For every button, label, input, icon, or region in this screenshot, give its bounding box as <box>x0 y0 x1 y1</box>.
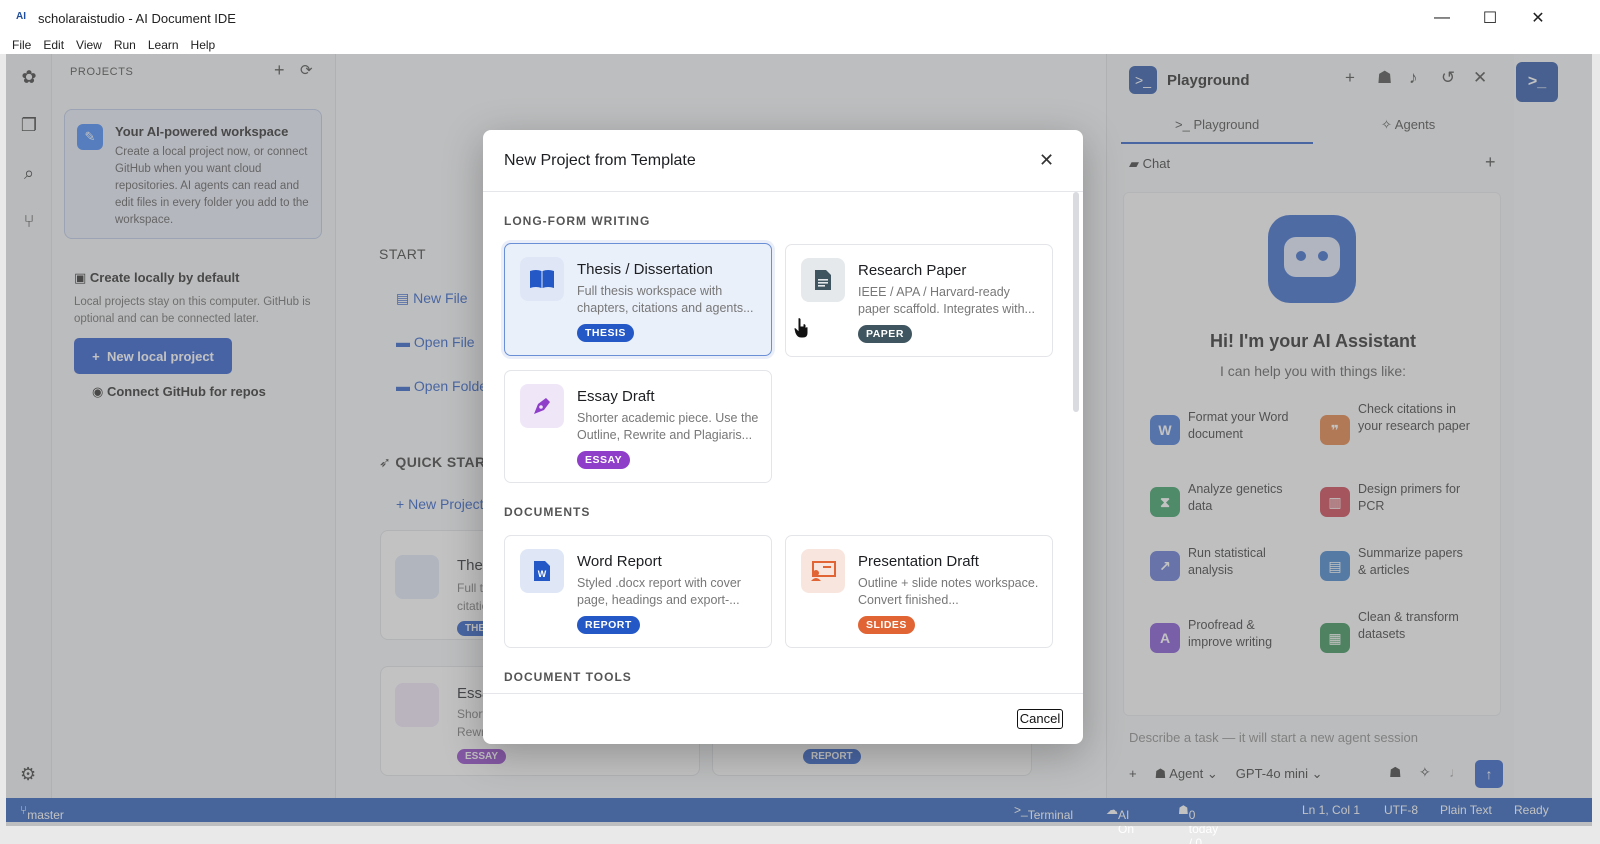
template-desc: IEEE / APA / Harvard-ready paper scaffol… <box>858 285 1035 316</box>
template-desc: Shorter academic piece. Use the Outline,… <box>577 411 759 442</box>
template-name: Presentation Draft <box>858 553 979 570</box>
template-word-report[interactable]: W Word Report Styled .docx report with c… <box>504 535 772 648</box>
dialog-divider <box>483 191 1083 192</box>
dialog-scrollbar[interactable] <box>1073 192 1079 412</box>
menu-run[interactable]: Run <box>114 38 136 52</box>
title-bar: AI scholaraistudio - AI Document IDE — ☐… <box>0 0 1600 36</box>
svg-text:W: W <box>538 569 547 579</box>
menu-bar: File Edit View Run Learn Help <box>0 36 1600 54</box>
template-badge: PAPER <box>858 325 912 343</box>
template-thesis[interactable]: Thesis / Dissertation Full thesis worksp… <box>504 243 772 356</box>
section-documents: DOCUMENTS <box>504 505 591 519</box>
word-document-icon: W <box>520 549 564 593</box>
pen-nib-icon <box>520 384 564 428</box>
template-desc: Full thesis workspace with chapters, cit… <box>577 284 754 315</box>
menu-view[interactable]: View <box>76 38 102 52</box>
template-desc: Outline + slide notes workspace. Convert… <box>858 576 1039 607</box>
mouse-pointer-icon <box>793 317 809 339</box>
menu-edit[interactable]: Edit <box>43 38 64 52</box>
cancel-button[interactable]: Cancel <box>1017 709 1063 729</box>
template-research-paper[interactable]: Research Paper IEEE / APA / Harvard-read… <box>785 244 1053 357</box>
template-name: Word Report <box>577 553 662 570</box>
template-desc: Styled .docx report with cover page, hea… <box>577 576 741 607</box>
maximize-button[interactable]: ☐ <box>1466 0 1514 36</box>
template-name: Research Paper <box>858 262 967 279</box>
section-long-form-writing: LONG-FORM WRITING <box>504 214 651 228</box>
window-close-button[interactable]: ✕ <box>1514 0 1562 36</box>
minimize-button[interactable]: — <box>1418 0 1466 36</box>
template-badge: REPORT <box>577 616 640 634</box>
template-name: Essay Draft <box>577 388 655 405</box>
template-essay-draft[interactable]: Essay Draft Shorter academic piece. Use … <box>504 370 772 483</box>
section-document-tools: DOCUMENT TOOLS <box>504 670 632 684</box>
menu-help[interactable]: Help <box>191 38 216 52</box>
window-title: scholaraistudio - AI Document IDE <box>38 10 236 26</box>
template-presentation-draft[interactable]: Presentation Draft Outline + slide notes… <box>785 535 1053 648</box>
menu-learn[interactable]: Learn <box>148 38 179 52</box>
app-logo-icon: AI <box>16 11 26 22</box>
menu-file[interactable]: File <box>12 38 31 52</box>
dialog-title: New Project from Template <box>504 152 696 169</box>
dialog-footer-divider <box>483 693 1083 694</box>
document-icon <box>801 258 845 302</box>
template-badge: THESIS <box>577 324 634 342</box>
template-badge: SLIDES <box>858 616 915 634</box>
book-icon <box>520 257 564 301</box>
dialog-close-icon[interactable]: ✕ <box>1039 150 1054 171</box>
template-badge: ESSAY <box>577 451 631 469</box>
presentation-icon <box>801 549 845 593</box>
template-name: Thesis / Dissertation <box>577 261 713 278</box>
new-project-dialog: New Project from Template ✕ LONG-FORM WR… <box>483 130 1083 744</box>
